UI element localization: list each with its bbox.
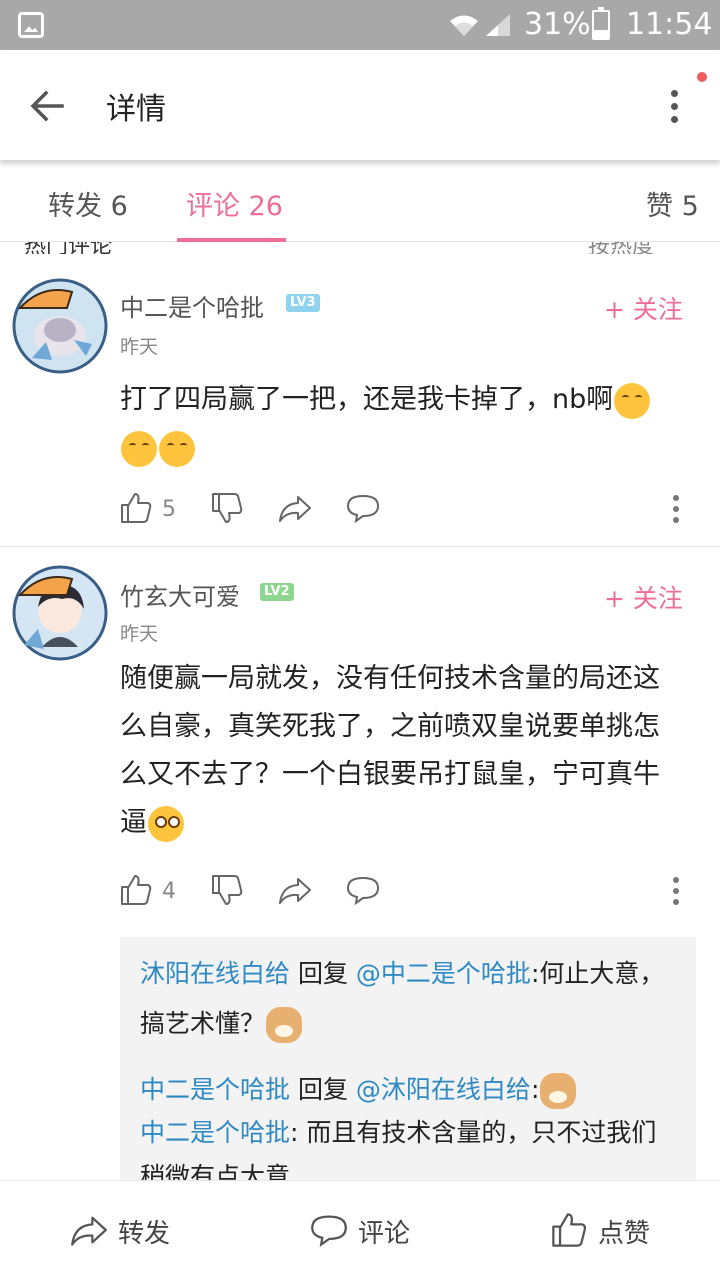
like-button[interactable] [119,873,153,913]
doge-emoji-icon [266,1007,303,1043]
comment-body: 随便赢一局就发，没有任何技术含量的局还这么自豪，真笑死我了，之前喷双皇说要单挑怎… [120,663,660,838]
thumbs-up-icon [552,1213,587,1247]
comment-text: 随便赢一局就发，没有任何技术含量的局还这么自豪，真笑死我了，之前喷双皇说要单挑怎… [120,655,680,847]
avatar[interactable] [12,565,108,661]
page-title: 详情 [106,92,166,127]
reply-item: 沐阳在线白给 回复 @中二是个哈批:何止大意，搞艺术懂？ [140,949,680,1049]
thumbs-up-icon [121,493,152,523]
forward-label: 转发 [118,1219,171,1249]
like-count: 4 [162,879,176,904]
thumbs-down-icon [212,493,243,523]
dislike-button[interactable] [210,873,244,913]
app-bar: 详情 [0,50,720,160]
like-label: 点赞 [598,1219,651,1249]
blush-emoji-icon [159,430,195,467]
wifi-icon [450,15,478,36]
avatar[interactable] [12,278,108,374]
notification-dot [697,72,707,82]
reply-verb: 回复 [290,959,356,988]
blush-emoji-icon [614,382,651,419]
section-title: 热门评论 [24,242,112,254]
share-arrow-icon [71,1216,107,1246]
level-badge: LV3 [286,294,320,312]
reply-item: 中二是个哈批 回复 @沐阳在线白给: [140,1065,680,1115]
comment-item: 中二是个哈批 LV3 + 关注 昨天 打了四局赢了一把，还是我卡掉了，nb啊 5 [0,254,720,544]
comment-actions: 5 [0,491,720,531]
share-button[interactable] [278,491,312,531]
comment-body: 打了四局赢了一把，还是我卡掉了，nb啊 [120,384,614,415]
signal-icon [486,14,510,36]
comment-text: 打了四局赢了一把，还是我卡掉了，nb啊 [120,376,695,472]
smile-emoji-icon [148,805,184,842]
timestamp: 昨天 [120,623,159,645]
bottom-action-bar: 转发 评论 点赞 [0,1180,720,1280]
back-arrow-icon[interactable] [26,85,68,127]
status-bar: 31% 11:54 [0,0,720,50]
comment-button[interactable]: 评论 [310,1211,420,1251]
comment-more-icon[interactable] [668,491,684,527]
tab-forwards[interactable]: 转发 6 [48,184,128,223]
tab-comments[interactable]: 评论 26 [186,184,283,223]
like-count: 5 [162,497,176,522]
share-button[interactable] [278,873,312,913]
username[interactable]: 竹玄大可爱 [120,577,240,612]
reply-button[interactable] [346,873,380,913]
speech-bubble-icon [346,876,380,906]
forward-button[interactable]: 转发 [70,1211,180,1251]
doge-emoji-icon [540,1073,577,1109]
share-arrow-icon [279,496,311,522]
clock: 11:54 [626,7,713,42]
thumbs-up-icon [121,875,152,905]
speech-bubble-icon [311,1215,347,1248]
battery-percent: 31% [524,7,591,42]
overflow-menu-icon[interactable] [660,84,688,128]
battery-charging-icon [592,7,610,40]
follow-button[interactable]: + 关注 [604,290,683,326]
tab-likes[interactable]: 赞 5 [646,184,699,223]
like-post-button[interactable]: 点赞 [550,1211,660,1251]
reply-verb: 回复 [290,1075,356,1104]
like-button[interactable] [119,491,153,531]
reply-author[interactable]: 沐阳在线白给 [140,959,290,988]
comment-actions: 4 [0,873,720,913]
timestamp: 昨天 [120,336,159,358]
comment-more-icon[interactable] [668,873,684,909]
blush-emoji-icon [121,430,157,467]
speech-bubble-icon [346,494,380,524]
share-arrow-icon [279,878,311,904]
reply-button[interactable] [346,491,380,531]
dislike-button[interactable] [210,491,244,531]
reply-mention[interactable]: @中二是个哈批 [356,959,531,988]
reply-text: : [530,1075,540,1104]
level-badge: LV2 [260,583,294,601]
section-header: 热门评论 按热度 [0,242,720,254]
follow-button[interactable]: + 关注 [604,579,683,615]
reply-author[interactable]: 中二是个哈批 [140,1118,290,1147]
reply-author[interactable]: 中二是个哈批 [140,1075,290,1104]
thumbs-down-icon [212,875,243,905]
reply-item: 中二是个哈批: 而且有技术含量的，只不过我们稍微有点大意 [140,1111,680,1180]
comment-item: 竹玄大可爱 LV2 + 关注 昨天 随便赢一局就发，没有任何技术含量的局还这么自… [0,547,720,937]
reply-thread[interactable]: 沐阳在线白给 回复 @中二是个哈批:何止大意，搞艺术懂？ 中二是个哈批 回复 @… [120,937,696,1180]
reply-mention[interactable]: @沐阳在线白给 [356,1075,531,1104]
image-notification-icon [18,12,44,38]
sort-button[interactable]: 按热度 [588,242,654,254]
tab-bar: 转发 6 评论 26 赞 5 [0,160,720,242]
comment-label: 评论 [358,1219,411,1249]
username[interactable]: 中二是个哈批 [120,288,264,323]
